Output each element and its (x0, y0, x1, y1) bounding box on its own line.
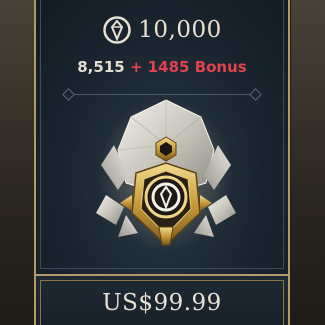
price-label: US$99.99 (102, 289, 222, 316)
divider-diamond-left (62, 88, 75, 101)
currency-bundle-emblem-icon (96, 99, 236, 251)
total-amount: 10,000 (138, 17, 222, 43)
riot-points-icon (103, 16, 131, 44)
divider-diamond-right (249, 88, 262, 101)
amount-breakdown: 8,515 + 1485 Bonus (36, 58, 288, 76)
base-amount: 8,515 (77, 58, 125, 76)
bonus-amount: + 1485 Bonus (129, 58, 247, 76)
adjacent-card-left (0, 0, 34, 325)
adjacent-card-right (291, 0, 325, 325)
purchase-button[interactable]: US$99.99 (36, 274, 288, 325)
currency-bundle-card[interactable]: 10,000 8,515 + 1485 Bonus US$99.99 (34, 0, 290, 325)
bundle-title: 10,000 (36, 15, 288, 45)
store-page: 10,000 8,515 + 1485 Bonus US$99.99 (0, 0, 325, 325)
